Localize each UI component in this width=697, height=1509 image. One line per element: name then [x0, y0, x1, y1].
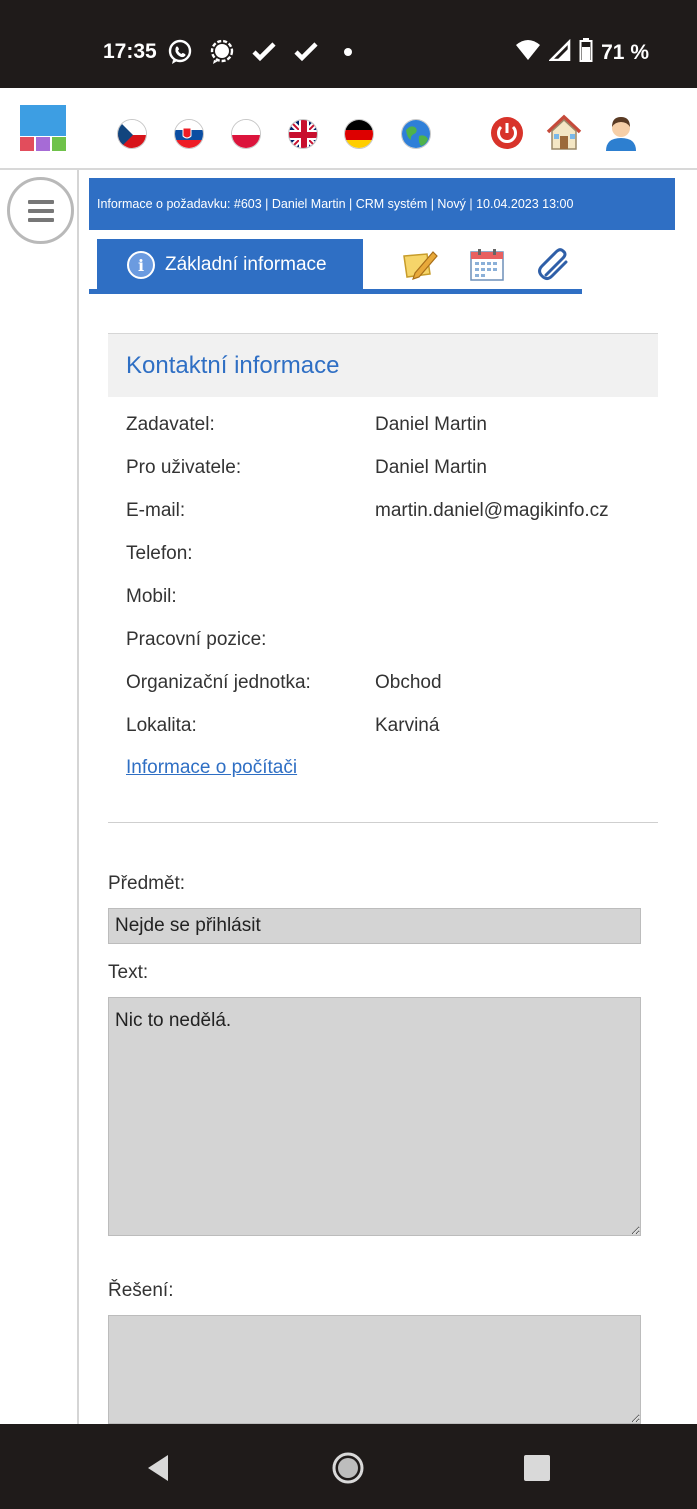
tab-basic-info-label: Základní informace	[165, 254, 327, 275]
home-circle-icon[interactable]	[328, 1448, 368, 1488]
navigation-bar	[0, 1424, 697, 1509]
sidebar	[0, 170, 79, 1424]
info-label: Mobil:	[126, 586, 177, 607]
attachment-icon[interactable]	[535, 247, 573, 283]
info-label: Telefon:	[126, 543, 193, 564]
dot-icon	[334, 38, 362, 66]
info-icon: i	[127, 251, 155, 279]
calendar-icon[interactable]	[468, 247, 506, 283]
user-icon[interactable]	[602, 113, 640, 153]
back-icon[interactable]	[138, 1448, 178, 1488]
power-icon[interactable]	[488, 113, 526, 153]
system-status: 71 %	[515, 38, 649, 67]
subject-field[interactable]	[108, 908, 641, 944]
battery-icon	[579, 38, 593, 67]
info-label: Zadavatel:	[126, 414, 215, 435]
text-field[interactable]: Nic to nedělá.	[108, 997, 641, 1236]
info-value: Daniel Martin	[375, 414, 487, 435]
status-bar: 17:35 71 %	[0, 0, 697, 88]
flag-sk-icon[interactable]	[174, 119, 204, 149]
contact-section-title: Kontaktní informace	[126, 352, 340, 379]
info-label: Organizační jednotka:	[126, 672, 311, 693]
status-time: 17:35	[103, 40, 157, 63]
home-icon[interactable]	[545, 113, 583, 153]
edit-icon[interactable]	[401, 247, 439, 283]
text-label: Text:	[108, 962, 149, 983]
contact-section-header: Kontaktní informace	[108, 333, 658, 397]
info-value: Daniel Martin	[375, 457, 487, 478]
info-label: E-mail:	[126, 500, 186, 521]
info-label: Pracovní pozice:	[126, 629, 267, 650]
flag-de-icon[interactable]	[344, 119, 374, 149]
flag-cz-icon[interactable]	[117, 119, 147, 149]
wifi-icon	[515, 39, 541, 66]
tab-underline	[89, 289, 582, 294]
info-value: Karviná	[375, 715, 440, 736]
info-value: Obchod	[375, 672, 442, 693]
hamburger-menu-icon[interactable]	[7, 177, 74, 244]
flag-gb-icon[interactable]	[288, 119, 318, 149]
battery-percent: 71 %	[601, 40, 649, 64]
solution-field[interactable]	[108, 1315, 641, 1424]
globe-icon[interactable]	[401, 119, 431, 149]
check-icon	[250, 38, 278, 66]
cell-signal-icon	[547, 38, 571, 66]
signal-app-icon	[208, 38, 236, 66]
solution-label: Řešení:	[108, 1280, 174, 1301]
info-label: Lokalita:	[126, 715, 197, 736]
info-value: martin.daniel@magikinfo.cz	[375, 500, 609, 521]
recents-icon[interactable]	[517, 1448, 557, 1488]
flag-pl-icon[interactable]	[231, 119, 261, 149]
tab-basic-info[interactable]: i Základní informace	[97, 239, 363, 291]
viber-icon	[166, 38, 194, 66]
check-icon	[292, 38, 320, 66]
request-info-bar: Informace o požadavku: #603 | Daniel Mar…	[89, 178, 675, 230]
computer-info-link[interactable]: Informace o počítači	[126, 757, 297, 779]
subject-label: Předmět:	[108, 873, 186, 894]
notification-icons	[166, 38, 362, 66]
app-logo[interactable]	[20, 105, 66, 151]
section-divider	[108, 822, 658, 823]
app-header	[0, 88, 697, 170]
tab-bar: i Základní informace	[89, 239, 582, 297]
info-label: Pro uživatele:	[126, 457, 242, 478]
